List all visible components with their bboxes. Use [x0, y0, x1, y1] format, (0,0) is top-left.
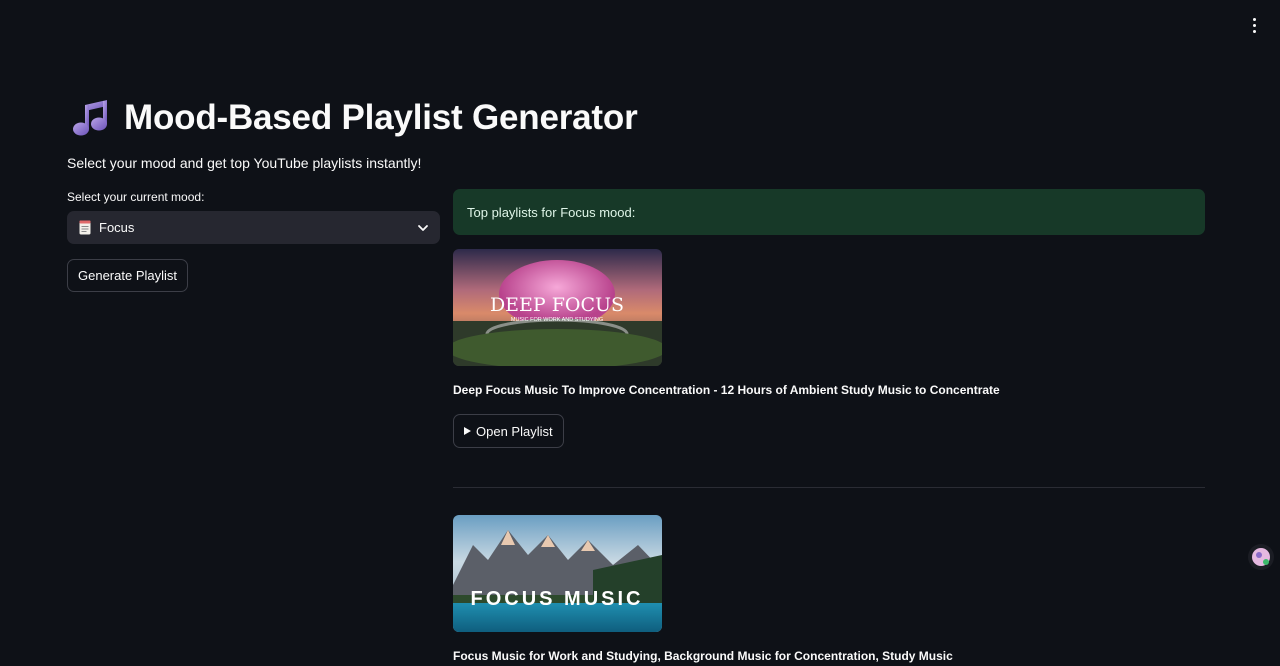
music-notes-icon	[73, 100, 107, 136]
memo-icon	[79, 220, 91, 235]
menu-dot-icon	[1252, 29, 1256, 33]
results-panel: Top playlists for Focus mood: DEEP FOCUS…	[453, 189, 1205, 663]
avatar-icon	[1252, 548, 1270, 566]
page-title: Mood-Based Playlist Generator	[124, 98, 638, 137]
controls-panel: Select your current mood: Focus Generate…	[67, 190, 440, 292]
thumbnail-subheading-text: MUSIC FOR WORK AND STUDYING	[511, 317, 603, 323]
app-root: Mood-Based Playlist Generator Select you…	[0, 0, 1280, 666]
play-triangle-icon	[464, 427, 471, 435]
playlist-title: Focus Music for Work and Studying, Backg…	[453, 649, 953, 663]
playlist-title: Deep Focus Music To Improve Concentratio…	[453, 383, 1000, 397]
playlist-card: DEEP FOCUS MUSIC FOR WORK AND STUDYING D…	[453, 249, 1205, 448]
mood-select-value: Focus	[99, 220, 135, 235]
open-playlist-button[interactable]: Open Playlist	[453, 414, 564, 448]
generate-playlist-button[interactable]: Generate Playlist	[67, 259, 188, 292]
playlist-card: FOCUS MUSIC Focus Music for Work and Stu…	[453, 515, 1205, 663]
results-alert: Top playlists for Focus mood:	[453, 189, 1205, 235]
main-menu-button[interactable]	[1244, 12, 1264, 38]
open-playlist-label: Open Playlist	[476, 423, 553, 439]
thumbnail-heading-text: FOCUS MUSIC	[471, 588, 644, 610]
mood-select[interactable]: Focus	[67, 211, 440, 244]
playlist-thumbnail[interactable]: FOCUS MUSIC	[453, 515, 662, 632]
page-subtitle: Select your mood and get top YouTube pla…	[67, 155, 422, 171]
mood-select-label: Select your current mood:	[67, 190, 205, 204]
assistant-avatar-button[interactable]	[1248, 544, 1274, 570]
page-header: Mood-Based Playlist Generator	[70, 96, 638, 140]
playlist-thumbnail[interactable]: DEEP FOCUS MUSIC FOR WORK AND STUDYING	[453, 249, 662, 366]
menu-dot-icon	[1252, 17, 1256, 21]
thumbnail-heading-text: DEEP FOCUS	[490, 294, 624, 316]
chevron-down-icon	[418, 224, 428, 231]
playlist-divider	[453, 487, 1205, 488]
menu-dot-icon	[1252, 23, 1256, 27]
